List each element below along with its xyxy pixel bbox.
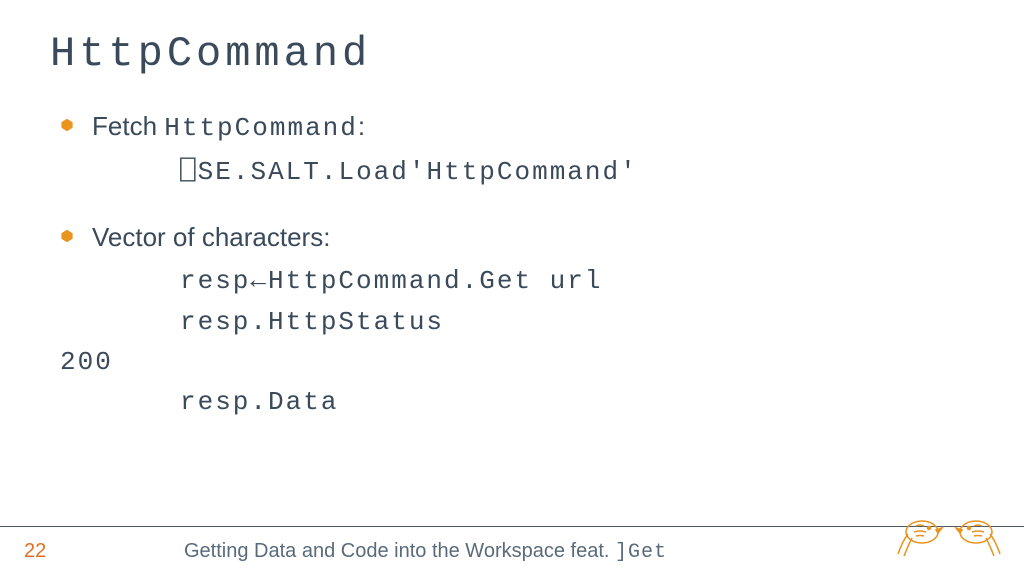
bullet-item: Fetch HttpCommand: [60,108,974,146]
dyalog-birds-logo-icon [894,504,1004,564]
code-line: ⎕SE.SALT.Load'HttpCommand' [60,154,974,190]
output-line: 200 [60,344,974,380]
footer-title: Getting Data and Code into the Workspace… [184,540,667,564]
slide-content: Fetch HttpCommand: ⎕SE.SALT.Load'HttpCom… [50,108,974,421]
spacer [60,195,974,219]
bullet-label: Vector of characters: [92,219,330,255]
hexagon-bullet-icon [60,229,74,243]
footer-text-mono: ]Get [615,541,667,564]
bullet-item: Vector of characters: [60,219,974,255]
bullet-text-prefix: Vector of characters: [92,222,330,252]
code-line: resp.HttpStatus [60,304,974,340]
code-line: resp.Data [60,384,974,420]
slide-title: HttpCommand [50,30,974,78]
bullet-label: Fetch HttpCommand: [92,108,365,146]
slide-footer: 22 Getting Data and Code into the Worksp… [0,526,1024,576]
slide: HttpCommand Fetch HttpCommand: ⎕SE.SALT.… [0,0,1024,576]
code-line: resp←HttpCommand.Get url [60,263,974,299]
page-number: 22 [24,540,84,563]
hexagon-bullet-icon [60,118,74,132]
bullet-text-mono: HttpCommand [164,113,358,143]
bullet-text-prefix: Fetch [92,111,164,141]
bullet-text-suffix: : [358,111,365,141]
footer-text-prefix: Getting Data and Code into the Workspace… [184,540,615,562]
